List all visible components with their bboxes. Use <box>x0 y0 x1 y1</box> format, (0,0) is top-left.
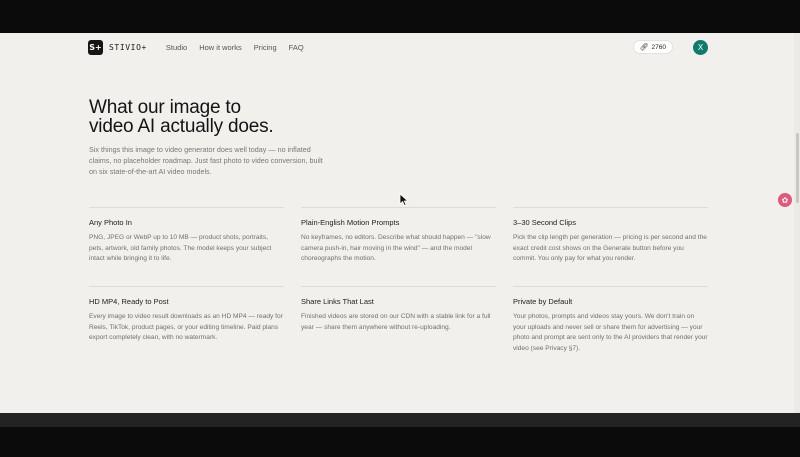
credits-pill[interactable]: 🔗︎ 2760 <box>632 40 673 54</box>
scrollbar-thumb[interactable] <box>796 133 799 203</box>
nav-link-how-it-works[interactable]: How it works <box>199 43 242 52</box>
feature-card: Private by Default Your photos, prompts … <box>513 286 708 354</box>
page-title: What our image to video AI actually does… <box>89 98 349 136</box>
intro-text: Six things this image to video generator… <box>89 145 323 176</box>
feature-title: Share Links That Last <box>301 297 374 306</box>
navbar: S+ STIVIO+ Studio How it works Pricing F… <box>88 39 708 55</box>
title-line-1: What our image to <box>89 97 241 118</box>
nav-link-studio[interactable]: Studio <box>166 43 187 52</box>
feature-title: Private by Default <box>513 297 573 306</box>
link-icon: 🔗︎ <box>639 44 649 51</box>
avatar[interactable]: X <box>693 39 708 55</box>
top-letterbox <box>0 0 800 33</box>
feature-desc: Your photos, prompts and videos stay you… <box>513 313 708 352</box>
feature-card: Any Photo In PNG, JPEG or WebP up to 10 … <box>89 207 284 265</box>
title-line-2: video AI actually does. <box>89 116 274 137</box>
feature-desc: Finished videos are stored on our CDN wi… <box>301 313 491 331</box>
nav-right: 🔗︎ 2760 X <box>632 39 708 55</box>
feature-desc: No keyframes, no editors. Describe what … <box>301 234 491 262</box>
feature-title: Any Photo In <box>89 218 132 227</box>
footer-strip <box>0 413 800 427</box>
feature-card: Plain-English Motion Prompts No keyframe… <box>301 207 496 265</box>
scrollbar-track[interactable] <box>794 33 800 413</box>
feature-card: HD MP4, Ready to Post Every image to vid… <box>89 286 284 344</box>
feature-desc: Every image to video result downloads as… <box>89 313 283 341</box>
logo-mark[interactable]: S+ <box>88 39 103 55</box>
nav-link-pricing[interactable]: Pricing <box>254 43 277 52</box>
feature-title: HD MP4, Ready to Post <box>89 297 169 306</box>
feature-desc: Pick the clip length per generation — pr… <box>513 234 707 262</box>
credits-count: 2760 <box>651 43 666 51</box>
feature-title: Plain-English Motion Prompts <box>301 218 400 227</box>
logo-text[interactable]: STIVIO+ <box>109 43 147 52</box>
nav-links: Studio How it works Pricing FAQ <box>166 43 316 52</box>
feature-title: 3–30 Second Clips <box>513 218 576 227</box>
feature-card: 3–30 Second Clips Pick the clip length p… <box>513 207 708 265</box>
nav-link-faq[interactable]: FAQ <box>289 43 304 52</box>
feature-desc: PNG, JPEG or WebP up to 10 MB — product … <box>89 234 272 262</box>
flower-icon[interactable]: ✿ <box>778 193 792 207</box>
feature-card: Share Links That Last Finished videos ar… <box>301 286 496 333</box>
bottom-letterbox <box>0 427 800 457</box>
page: S+ STIVIO+ Studio How it works Pricing F… <box>0 33 800 413</box>
